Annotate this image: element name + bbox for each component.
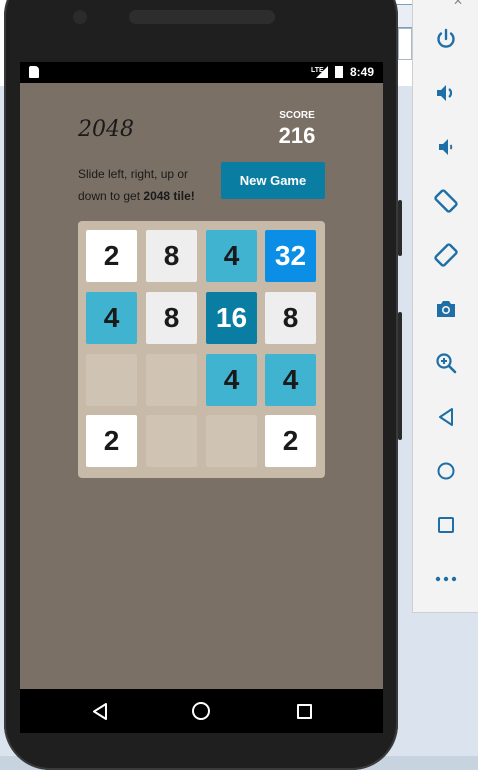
emulator-toolbar: ✕ (412, 0, 478, 613)
camera-icon[interactable] (431, 294, 461, 324)
status-time: 8:49 (350, 65, 375, 79)
tile: 2 (86, 415, 137, 467)
empty-tile (86, 354, 137, 406)
background-window-edge (398, 28, 412, 60)
tile: 8 (265, 292, 316, 344)
tile: 2 (265, 415, 316, 467)
back-icon[interactable] (431, 402, 461, 432)
new-game-button[interactable]: New Game (221, 162, 325, 199)
more-icon[interactable] (431, 564, 461, 594)
power-icon[interactable] (431, 24, 461, 54)
side-button-volume (398, 200, 402, 256)
empty-tile (146, 415, 197, 467)
zoom-in-icon[interactable] (431, 348, 461, 378)
game-board[interactable]: 2 8 4 32 4 8 16 8 4 4 2 2 (78, 221, 325, 478)
score-value: 216 (278, 123, 316, 148)
tile: 4 (265, 354, 316, 406)
home-icon[interactable] (192, 702, 210, 720)
tile: 32 (265, 230, 316, 282)
instructions-text: Slide left, right, up or down to get 204… (78, 163, 218, 207)
close-icon[interactable]: ✕ (453, 0, 463, 8)
signal-icon (316, 66, 328, 78)
battery-icon (335, 66, 343, 78)
home-icon[interactable] (431, 456, 461, 486)
status-bar: LTE 8:49 (20, 62, 383, 83)
game-title: 2048 (78, 117, 134, 142)
score-label: SCORE (279, 110, 315, 121)
tile: 8 (146, 230, 197, 282)
device-screen: LTE 8:49 2048 SCORE 216 Slide left, righ… (20, 62, 383, 733)
tile: 4 (86, 292, 137, 344)
empty-tile (206, 415, 257, 467)
side-button-power (398, 312, 402, 440)
front-camera (73, 10, 87, 24)
tile: 4 (206, 230, 257, 282)
sim-card-icon (29, 66, 39, 78)
overview-icon[interactable] (431, 510, 461, 540)
navigation-bar (20, 689, 383, 733)
earpiece-speaker (129, 10, 275, 24)
instructions-goal: 2048 tile! (143, 189, 195, 203)
tile: 8 (146, 292, 197, 344)
volume-down-icon[interactable] (431, 132, 461, 162)
back-icon[interactable] (92, 703, 108, 720)
empty-tile (146, 354, 197, 406)
volume-up-icon[interactable] (431, 78, 461, 108)
tile: 2 (86, 230, 137, 282)
recents-icon[interactable] (297, 704, 312, 719)
rotate-left-icon[interactable] (431, 186, 461, 216)
rotate-right-icon[interactable] (431, 240, 461, 270)
tile: 4 (206, 354, 257, 406)
tile: 16 (206, 292, 257, 344)
